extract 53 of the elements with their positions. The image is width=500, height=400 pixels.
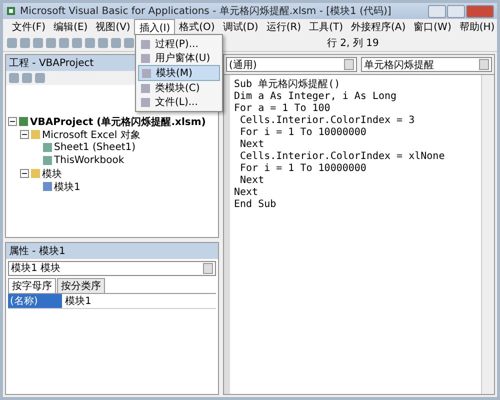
code-line: Cells.Interior.ColorIndex = 3 — [239, 115, 416, 127]
collapse-icon[interactable] — [20, 130, 29, 139]
module-icon — [43, 182, 52, 191]
code-line: End Sub — [234, 199, 278, 211]
folder-icon — [31, 169, 40, 178]
code-line: Sub 单元格闪烁提醒() — [234, 79, 342, 91]
scrollbar[interactable] — [481, 75, 494, 394]
tree-item[interactable]: Microsoft Excel 对象 — [42, 128, 140, 142]
tree-item[interactable]: 模块 — [42, 166, 62, 180]
window-title: Microsoft Visual Basic for Applications - 单元格闪烁提醒.xlsm - [模块1 (代码)] — [20, 4, 392, 18]
procedure-dropdown[interactable]: 单元格闪烁提醒 — [361, 57, 492, 72]
property-name: (名称) — [8, 294, 62, 308]
code-line: Next — [234, 187, 260, 199]
menu-item[interactable]: 外接程序(A) — [347, 19, 410, 35]
menu-item[interactable]: 帮助(H) — [455, 19, 497, 35]
pane-title: 属性 - 模块1 — [6, 242, 218, 259]
tree-item[interactable]: VBAProject (单元格闪烁提醒.xlsm) — [30, 114, 206, 128]
tree-item[interactable]: 模块1 — [54, 180, 80, 194]
code-line: For a = 1 To 100 — [234, 103, 332, 115]
menu-item[interactable]: 类模块(C) — [138, 81, 220, 95]
menu-item[interactable]: 编辑(E) — [50, 19, 92, 35]
sheet-icon — [19, 117, 28, 126]
tab[interactable]: 按分类序 — [57, 278, 105, 293]
tree-item[interactable]: Sheet1 (Sheet1) — [54, 142, 136, 153]
menu-item[interactable]: 工具(T) — [305, 19, 347, 35]
tree-item[interactable]: ThisWorkbook — [54, 155, 124, 166]
folder-icon — [31, 130, 40, 139]
minimize-button[interactable] — [428, 4, 446, 18]
code-line: Next — [239, 175, 266, 187]
code-line: For i = 1 To 10000000 — [239, 163, 368, 175]
menu-item[interactable]: 运行(R) — [262, 19, 306, 35]
close-button[interactable] — [466, 4, 494, 18]
menu-item[interactable]: 窗口(W) — [410, 19, 456, 35]
menu-item[interactable]: 文件(F) — [8, 19, 50, 35]
object-dropdown[interactable]: 模块1 模块 — [8, 260, 216, 276]
collapse-icon[interactable] — [8, 117, 17, 126]
menu-item[interactable]: 文件(L)... — [138, 95, 220, 109]
menu-item[interactable]: 过程(P)... — [138, 37, 220, 51]
object-dropdown[interactable]: (通用) — [226, 57, 357, 72]
menu-item[interactable]: 模块(M) — [138, 65, 220, 81]
code-line: Cells.Interior.ColorIndex = xlNone — [239, 151, 446, 163]
menu-item[interactable]: 格式(O) — [175, 19, 219, 35]
property-value[interactable]: 模块1 — [62, 294, 94, 308]
tab[interactable]: 按字母序 — [8, 278, 56, 293]
maximize-button[interactable] — [447, 4, 465, 18]
code-line: Next — [239, 139, 266, 151]
cursor-position: 行 2, 列 19 — [327, 37, 379, 50]
app-icon — [6, 6, 16, 16]
menu-item[interactable]: 调试(D) — [218, 19, 262, 35]
code-line: For i = 1 To 10000000 — [239, 127, 368, 139]
collapse-icon[interactable] — [20, 169, 29, 178]
code-line: Dim a As Integer, i As Long — [234, 91, 398, 103]
menu-item[interactable]: 视图(V) — [92, 19, 134, 35]
